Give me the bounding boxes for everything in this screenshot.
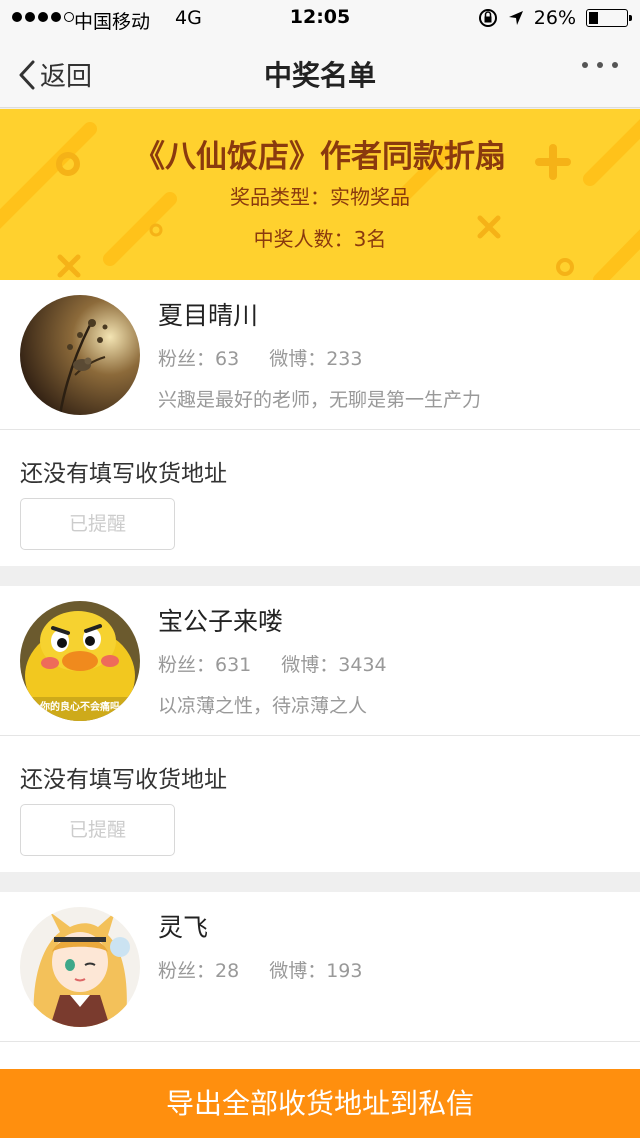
- address-status: 还没有填写收货地址: [20, 767, 227, 793]
- orientation-lock-icon: [478, 9, 497, 27]
- avatar[interactable]: 你的良心不会痛吗: [20, 601, 140, 721]
- winner-card: 灵飞 粉丝：28 微博：193: [0, 892, 640, 1069]
- winner-card: 你的良心不会痛吗 宝公子来喽 粉丝：631 微博：3434 以凉薄之性，待凉薄之人…: [0, 586, 640, 872]
- prize-name: 《八仙饭店》作者同款折扇: [134, 139, 506, 175]
- fans-count: 粉丝：28: [158, 960, 240, 982]
- winner-profile[interactable]: 夏目晴川 粉丝：63 微博：233 兴趣是最好的老师，无聊是第一生产力: [0, 280, 640, 430]
- more-options-icon[interactable]: [582, 62, 618, 68]
- remind-button[interactable]: 已提醒: [20, 804, 175, 856]
- address-section: 还没有填写收货地址 已提醒: [0, 736, 640, 872]
- weibo-count: 微博：193: [269, 960, 363, 982]
- export-addresses-button[interactable]: 导出全部收货地址到私信: [0, 1069, 640, 1138]
- location-arrow-icon: [508, 11, 523, 25]
- prize-banner: 《八仙饭店》作者同款折扇 奖品类型：实物奖品 中奖人数：3名: [0, 109, 640, 280]
- battery-percent: 26%: [533, 7, 576, 29]
- winner-count: 中奖人数：3名: [253, 227, 387, 251]
- battery-icon: [586, 9, 632, 27]
- weibo-count: 微博：233: [269, 348, 363, 370]
- avatar[interactable]: [20, 295, 140, 415]
- address-section: 还没有填写收货地址 已提醒: [0, 430, 640, 566]
- winner-profile[interactable]: 灵飞 粉丝：28 微博：193: [0, 892, 640, 1042]
- remind-button[interactable]: 已提醒: [20, 498, 175, 550]
- winner-stats: 粉丝：631 微博：3434: [158, 650, 387, 677]
- status-bar: 中国移动 4G 12:05 26%: [0, 0, 640, 36]
- winner-bio: 兴趣是最好的老师，无聊是第一生产力: [158, 389, 482, 411]
- winner-stats: 粉丝：28 微博：193: [158, 956, 362, 983]
- winner-name: 灵飞: [158, 913, 209, 942]
- fans-count: 粉丝：63: [158, 348, 240, 370]
- page-title: 中奖名单: [263, 59, 376, 92]
- avatar-caption: 你的良心不会痛吗: [40, 702, 120, 713]
- fans-count: 粉丝：631: [158, 654, 252, 676]
- winner-name: 夏目晴川: [158, 301, 259, 330]
- winner-name: 宝公子来喽: [158, 607, 284, 636]
- avatar[interactable]: [20, 907, 140, 1027]
- address-status: 还没有填写收货地址: [20, 461, 227, 487]
- winner-bio: 以凉薄之性，待凉薄之人: [158, 695, 368, 717]
- nav-bar: 返回 中奖名单: [0, 36, 640, 108]
- weibo-count: 微博：3434: [281, 654, 387, 676]
- winner-card: 夏目晴川 粉丝：63 微博：233 兴趣是最好的老师，无聊是第一生产力 还没有填写…: [0, 280, 640, 566]
- winner-profile[interactable]: 你的良心不会痛吗 宝公子来喽 粉丝：631 微博：3434 以凉薄之性，待凉薄之人: [0, 586, 640, 736]
- winner-stats: 粉丝：63 微博：233: [158, 344, 362, 371]
- prize-type: 奖品类型：实物奖品: [230, 185, 410, 209]
